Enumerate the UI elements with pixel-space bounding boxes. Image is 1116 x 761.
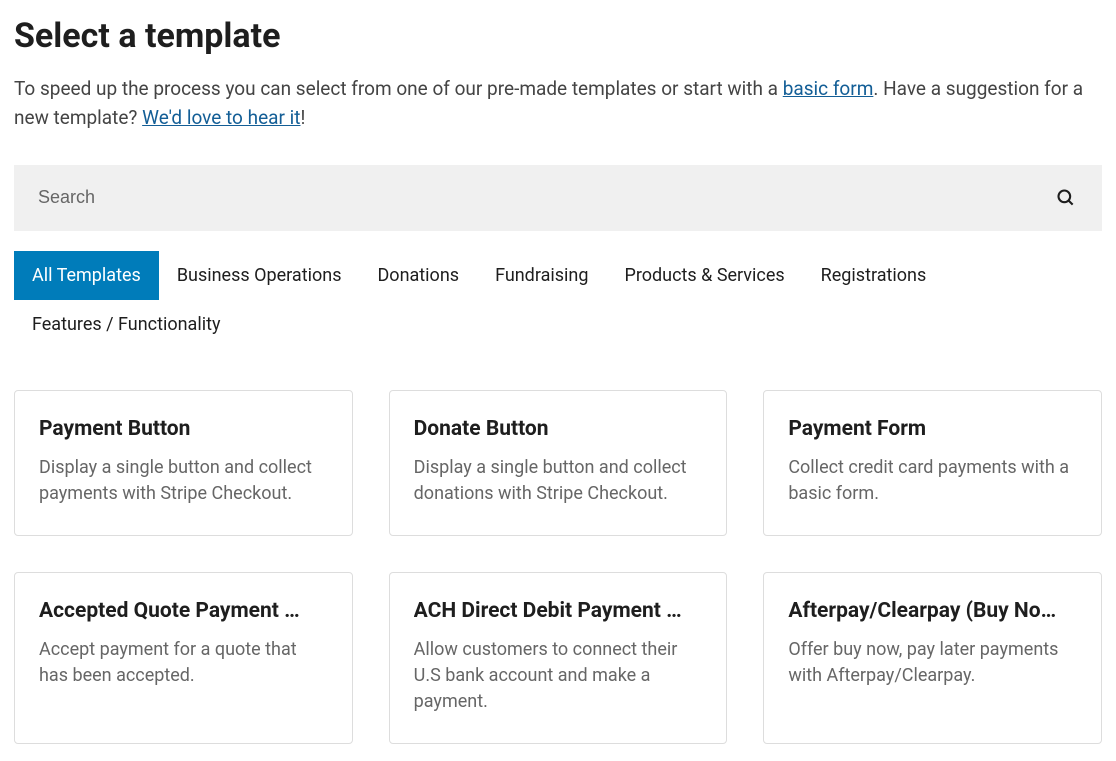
- intro-text: To speed up the process you can select f…: [14, 74, 1094, 133]
- card-title: Payment Form: [788, 417, 1077, 441]
- card-ach-direct-debit[interactable]: ACH Direct Debit Payment … Allow custome…: [389, 572, 728, 744]
- card-title: Donate Button: [414, 417, 703, 441]
- page-title: Select a template: [14, 16, 1102, 56]
- tabs-container: All Templates Business Operations Donati…: [14, 251, 1102, 350]
- tab-products-services[interactable]: Products & Services: [606, 251, 802, 300]
- tab-features-functionality[interactable]: Features / Functionality: [14, 300, 239, 349]
- card-desc: Offer buy now, pay later payments with A…: [788, 637, 1077, 689]
- search-container: [14, 165, 1102, 231]
- tab-donations[interactable]: Donations: [359, 251, 477, 300]
- tab-all-templates[interactable]: All Templates: [14, 251, 159, 300]
- card-payment-form[interactable]: Payment Form Collect credit card payment…: [763, 390, 1102, 536]
- intro-part3: !: [300, 106, 305, 129]
- card-title: Payment Button: [39, 417, 328, 441]
- card-title: Afterpay/Clearpay (Buy No…: [788, 599, 1077, 623]
- search-input[interactable]: [14, 165, 1102, 231]
- intro-part1: To speed up the process you can select f…: [14, 77, 783, 100]
- tab-fundraising[interactable]: Fundraising: [477, 251, 606, 300]
- tab-registrations[interactable]: Registrations: [803, 251, 945, 300]
- card-desc: Display a single button and collect paym…: [39, 455, 328, 507]
- card-desc: Collect credit card payments with a basi…: [788, 455, 1077, 507]
- cards-grid: Payment Button Display a single button a…: [14, 390, 1102, 744]
- card-desc: Accept payment for a quote that has been…: [39, 637, 328, 689]
- card-afterpay-clearpay[interactable]: Afterpay/Clearpay (Buy No… Offer buy now…: [763, 572, 1102, 744]
- card-donate-button[interactable]: Donate Button Display a single button an…: [389, 390, 728, 536]
- card-title: ACH Direct Debit Payment …: [414, 599, 703, 623]
- card-title: Accepted Quote Payment …: [39, 599, 328, 623]
- tab-business-operations[interactable]: Business Operations: [159, 251, 360, 300]
- basic-form-link[interactable]: basic form: [783, 77, 874, 100]
- card-accepted-quote[interactable]: Accepted Quote Payment … Accept payment …: [14, 572, 353, 744]
- suggestion-link[interactable]: We'd love to hear it: [142, 106, 300, 129]
- card-desc: Allow customers to connect their U.S ban…: [414, 637, 703, 715]
- card-desc: Display a single button and collect dona…: [414, 455, 703, 507]
- card-payment-button[interactable]: Payment Button Display a single button a…: [14, 390, 353, 536]
